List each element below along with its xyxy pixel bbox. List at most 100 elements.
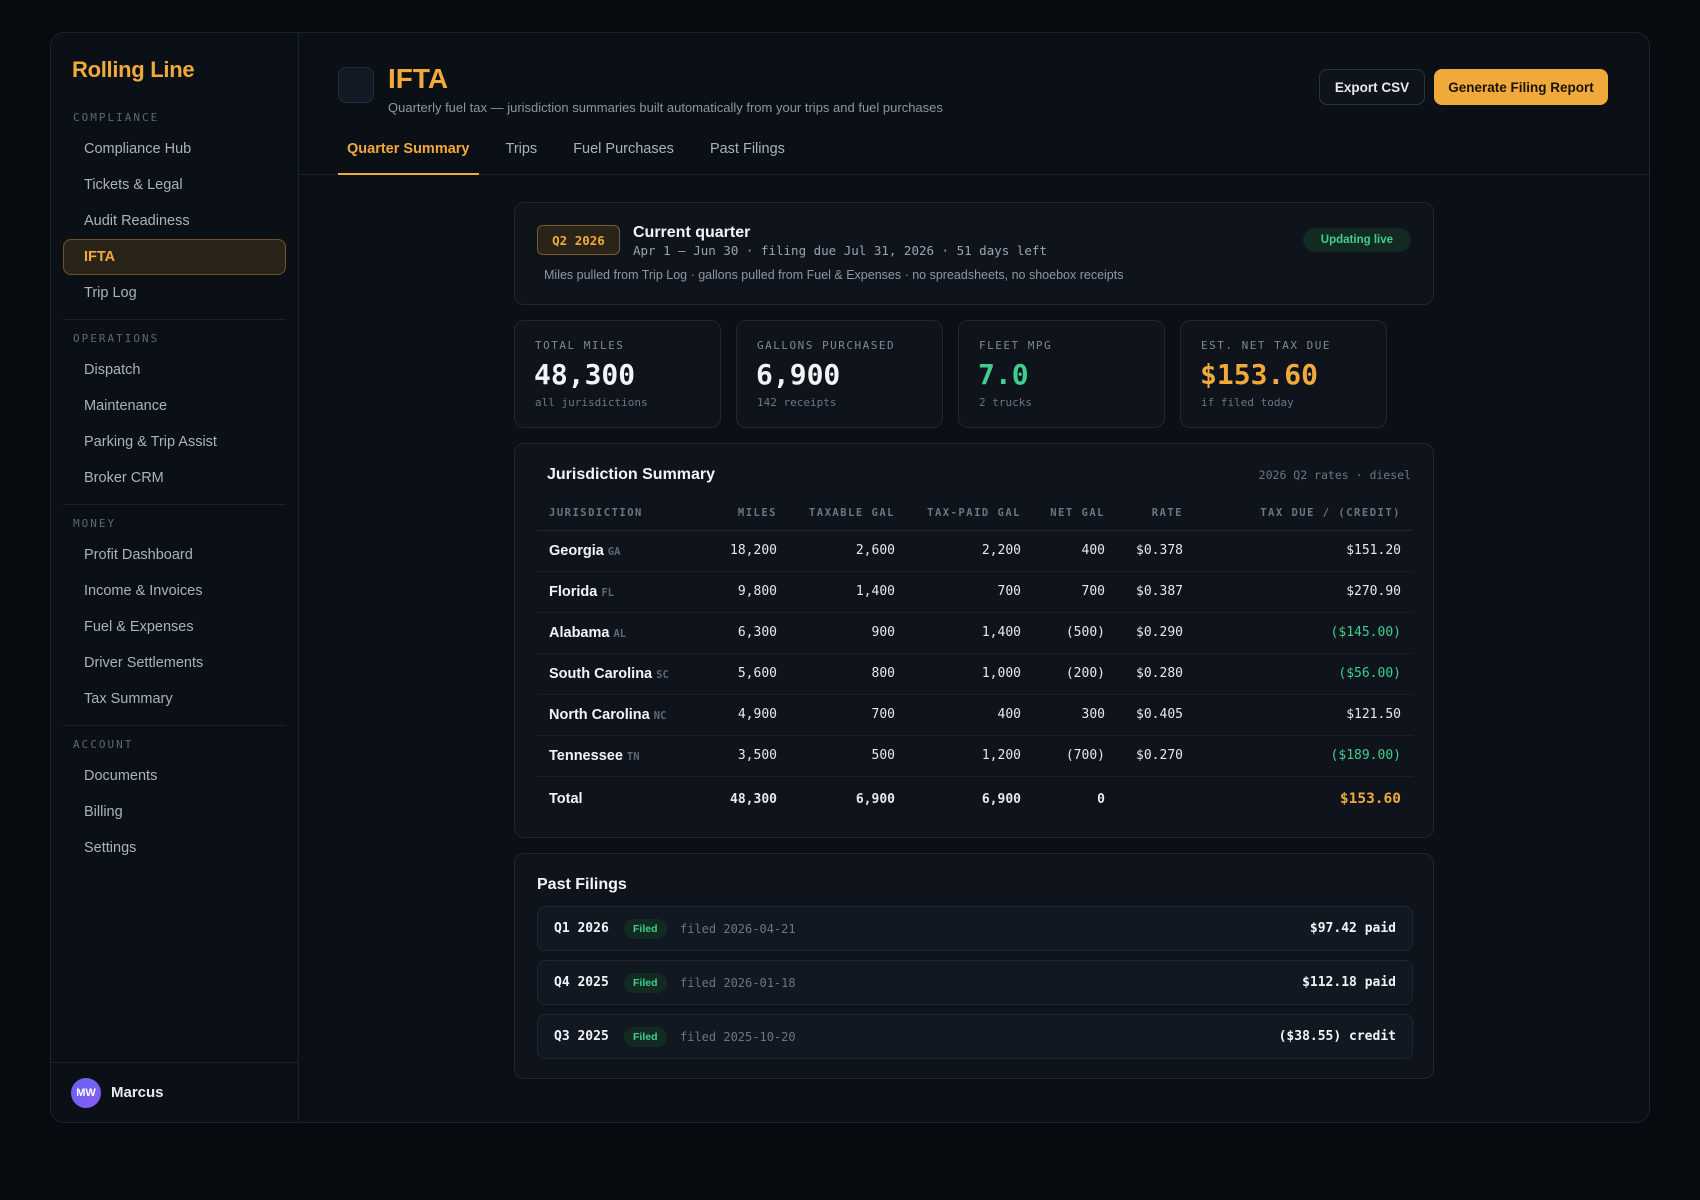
user-profile[interactable]: MW Marcus [51,1062,298,1122]
app-logo[interactable]: Rolling Line [72,57,195,83]
sidebar-item-billing[interactable]: Billing [63,794,286,830]
stat-card-fleet-mpg: FLEET MPG 7.0 2 trucks [958,320,1165,428]
export-csv-button[interactable]: Export CSV [1319,69,1425,105]
filing-row-q4-2025[interactable]: Q4 2025 Filed filed 2026-01-18 $112.18 paid [537,960,1413,1005]
page-title: IFTA [388,63,449,94]
cell-miles: 4,900 [687,694,777,736]
total-taxable: 6,900 [777,775,895,822]
cell-taxable: 800 [777,653,895,695]
past-filings-card: Past Filings Q1 2026 Filed filed 2026-04-2… [514,853,1434,1079]
filing-row-q3-2025[interactable]: Q3 2025 Filed filed 2025-10-20 ($38.55) cre… [537,1014,1413,1059]
sidebar-item-trip-log[interactable]: Trip Log [63,275,286,311]
generate-filing-report-button[interactable]: Generate Filing Report [1434,69,1608,105]
column-header-jurisdiction: JURISDICTION [537,496,687,531]
sidebar-item-driver-settlements[interactable]: Driver Settlements [63,645,286,681]
jurisdiction-abbr: TN [626,750,640,763]
filing-amount: $97.42 paid [1309,921,1396,936]
jurisdiction-table: JURISDICTION MILES TAXABLE GAL TAX-PAID GAL… [537,496,1413,822]
total-paid: 6,900 [895,775,1021,822]
sidebar-item-tax-summary[interactable]: Tax Summary [63,681,286,717]
sidebar-item-audit-readiness[interactable]: Audit Readiness [63,203,286,239]
cell-taxable: 2,600 [777,530,895,572]
tab-fuel-purchases[interactable]: Fuel Purchases [564,129,683,175]
cell-net: 700 [1021,571,1105,613]
jurisdiction-abbr: GA [607,545,621,558]
section-label-operations: OPERATIONS [73,332,160,345]
section-label-compliance: COMPLIANCE [73,111,160,124]
status-badge: Updating live [1302,228,1411,252]
sidebar-item-fuel-expenses[interactable]: Fuel & Expenses [63,609,286,645]
sidebar-item-settings[interactable]: Settings [63,830,286,866]
column-header-net-gal: NET GAL [1021,496,1105,531]
jurisdiction-name: North Carolina [549,706,650,723]
table-header-row: JURISDICTION MILES TAXABLE GAL TAX-PAID GAL… [537,496,1413,531]
tab-past-filings[interactable]: Past Filings [701,129,794,175]
jurisdiction-abbr: NC [653,709,667,722]
stat-value: $153.60 [1200,358,1319,391]
sidebar-item-income-invoices[interactable]: Income & Invoices [63,573,286,609]
table-row[interactable]: Florida FL 9,800 1,400 700 700 $0.387 $270.90 [537,571,1413,613]
tab-bar: Quarter Summary Trips Fuel Purchases Past F… [338,129,812,175]
jurisdiction-name: South Carolina [549,665,653,682]
nav-divider [63,725,286,726]
section-label-account: ACCOUNT [73,738,134,751]
rates-note: 2026 Q2 rates · diesel [1258,468,1411,482]
table-row[interactable]: Georgia GA 18,200 2,600 2,200 400 $0.378 $151.2… [537,530,1413,572]
total-miles: 48,300 [687,775,777,822]
table-row[interactable]: Alabama AL 6,300 900 1,400 (500) $0.290 ($145.0… [537,612,1413,654]
quarter-badge: Q2 2026 [537,225,620,255]
cell-due: $270.90 [1183,571,1413,613]
column-header-tax-paid-gal: TAX-PAID GAL [895,496,1021,531]
quarter-meta: Apr 1 – Jun 30 · filing due Jul 31, 2026… [633,243,1047,258]
jurisdiction-cell: Alabama AL [537,612,687,654]
sidebar-item-parking-trip-assist[interactable]: Parking & Trip Assist [63,424,286,460]
jurisdiction-abbr: FL [601,586,614,599]
sidebar-item-ifta[interactable]: IFTA [63,239,286,275]
jurisdiction-abbr: AL [613,627,627,640]
total-net: 0 [1021,775,1105,822]
cell-net: (200) [1021,653,1105,695]
cell-miles: 3,500 [687,735,777,777]
filing-row-q1-2026[interactable]: Q1 2026 Filed filed 2026-04-21 $97.42 paid [537,906,1413,951]
past-filings-title: Past Filings [537,876,627,893]
stat-label: EST. NET TAX DUE [1201,339,1331,352]
sidebar-item-profit-dashboard[interactable]: Profit Dashboard [63,537,286,573]
column-header-tax-due-credit: TAX DUE / (CREDIT) [1183,496,1413,531]
tab-quarter-summary[interactable]: Quarter Summary [338,129,479,175]
stat-card-est-net-tax-due: EST. NET TAX DUE $153.60 if filed today [1180,320,1387,428]
filing-date: filed 2026-01-18 [680,976,796,990]
stat-card-gallons-purchased: GALLONS PURCHASED 6,900 142 receipts [736,320,943,428]
avatar: MW [71,1077,101,1108]
cell-net: (700) [1021,735,1105,777]
sidebar-item-tickets-legal[interactable]: Tickets & Legal [63,167,286,203]
quarter-note: Miles pulled from Trip Log · gallons pul… [544,268,1124,282]
sidebar-item-documents[interactable]: Documents [63,758,286,794]
cell-due: $151.20 [1183,530,1413,572]
main-content: IFTA Quarterly fuel tax — jurisdiction s… [299,33,1649,1122]
cell-net: 300 [1021,694,1105,736]
jurisdiction-cell: Tennessee TN [537,735,687,777]
total-row: Total 48,300 6,900 6,900 0 $153.60 [537,775,1413,822]
sidebar-item-compliance-hub[interactable]: Compliance Hub [63,131,286,167]
current-quarter-card: Q2 2026 Current quarter Apr 1 – Jun 30 ·… [514,202,1434,305]
table-row[interactable]: South Carolina SC 5,600 800 1,000 (200) $0.280… [537,653,1413,695]
stat-label: TOTAL MILES [535,339,625,352]
total-due: $153.60 [1183,775,1413,822]
column-header-miles: MILES [687,496,777,531]
cell-taxable: 700 [777,694,895,736]
total-label: Total [537,775,687,822]
jurisdiction-abbr: SC [656,668,669,681]
tab-trips[interactable]: Trips [497,129,547,175]
table-row[interactable]: North Carolina NC 4,900 700 400 300 $0.405 $121… [537,694,1413,736]
jurisdiction-summary-title: Jurisdiction Summary [547,466,716,483]
sidebar-item-maintenance[interactable]: Maintenance [63,388,286,424]
sidebar-item-dispatch[interactable]: Dispatch [63,352,286,388]
cell-net: 400 [1021,530,1105,572]
sidebar-item-broker-crm[interactable]: Broker CRM [63,460,286,496]
table-row[interactable]: Tennessee TN 3,500 500 1,200 (700) $0.270 ($189… [537,735,1413,777]
cell-paid: 1,000 [895,653,1021,695]
stat-value: 48,300 [534,358,636,391]
user-name: Marcus [111,1084,164,1101]
stat-sub: 142 receipts [757,396,837,409]
jurisdiction-cell: Georgia GA [537,530,687,572]
